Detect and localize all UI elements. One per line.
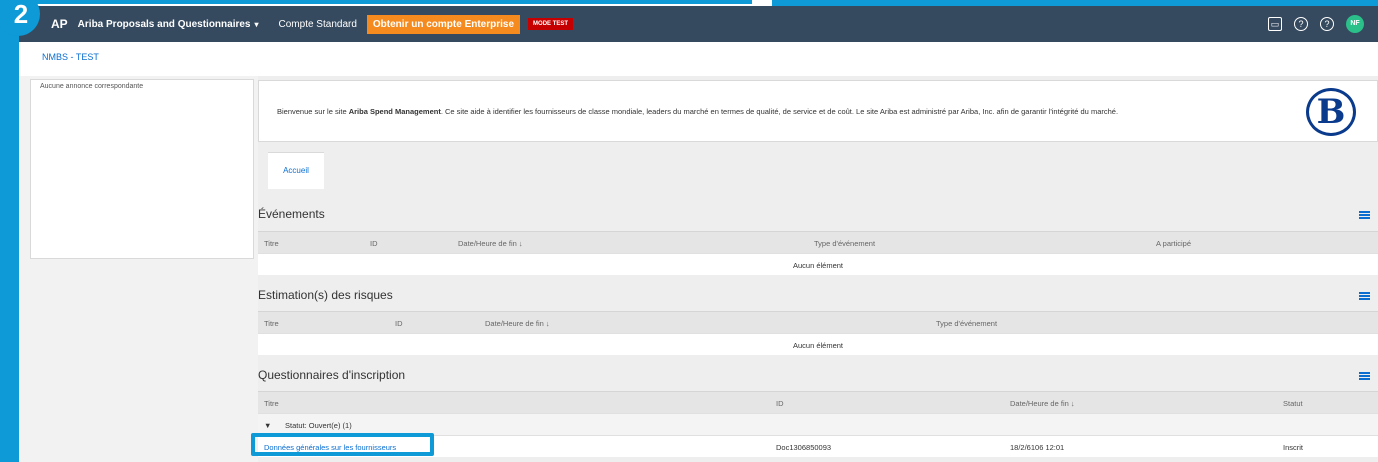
tab-accueil[interactable]: Accueil [268, 152, 324, 189]
col-id[interactable]: ID [776, 399, 784, 408]
col-id[interactable]: ID [370, 239, 378, 248]
account-type: Compte Standard [278, 18, 357, 30]
collapse-triangle-icon[interactable]: ▼ [264, 421, 271, 430]
events-empty-row: Aucun élément [258, 253, 1378, 275]
questionnaires-title: Questionnaires d'inscription [258, 368, 406, 382]
empty-text: Aucun élément [792, 341, 844, 350]
company-logo: B [1306, 88, 1356, 136]
empty-text: Aucun élément [792, 261, 844, 270]
col-participated[interactable]: A participé [1156, 239, 1191, 248]
col-title[interactable]: Titre [264, 319, 279, 328]
col-status[interactable]: Statut [1283, 399, 1303, 408]
group-label: Statut: Ouvert(e) (1) [285, 421, 352, 430]
col-title[interactable]: Titre [264, 239, 279, 248]
app-menu[interactable]: Ariba Proposals and Questionnaires ▾ [78, 19, 259, 30]
welcome-banner: Bienvenue sur le site Ariba Spend Manage… [258, 80, 1378, 142]
enterprise-account-button[interactable]: Obtenir un compte Enterprise [366, 14, 521, 34]
notifications-icon[interactable]: ▭ [1268, 17, 1282, 31]
col-end-date[interactable]: Date/Heure de fin ↓ [1010, 399, 1075, 408]
announcement-box: Aucune annonce correspondante [30, 79, 254, 259]
welcome-site-name: Ariba Spend Management [348, 106, 441, 116]
tutorial-frame-top-right [772, 0, 1378, 6]
tutorial-frame-top [0, 0, 752, 4]
questionnaires-table-header: Titre ID Date/Heure de fin ↓ Statut [258, 391, 1378, 413]
mode-test-badge: MODE TEST [528, 18, 574, 30]
col-event-type[interactable]: Type d'événement [814, 239, 875, 248]
col-end-date[interactable]: Date/Heure de fin ↓ [485, 319, 550, 328]
welcome-text: . Ce site aide à identifier les fourniss… [440, 106, 1119, 116]
col-event-type[interactable]: Type d'événement [936, 319, 997, 328]
col-end-date[interactable]: Date/Heure de fin ↓ [458, 239, 523, 248]
tutorial-highlight [251, 433, 434, 456]
announcement-empty-text: Aucune annonce correspondante [40, 83, 144, 90]
events-table-header: Titre ID Date/Heure de fin ↓ Type d'évén… [258, 231, 1378, 253]
sap-logo[interactable]: AP [51, 17, 68, 31]
status-group-row[interactable]: ▼ Statut: Ouvert(e) (1) [258, 413, 1378, 435]
app-name: Ariba Proposals and Questionnaires [77, 18, 251, 30]
user-avatar[interactable]: NF [1346, 15, 1364, 33]
row-status: Inscrit [1283, 443, 1304, 452]
col-title[interactable]: Titre [264, 399, 279, 408]
top-bar: AP Ariba Proposals and Questionnaires ▾ C… [19, 6, 1378, 42]
row-id: Doc1306850093 [776, 443, 832, 452]
breadcrumb[interactable]: NMBS - TEST [42, 52, 99, 62]
risks-title: Estimation(s) des risques [258, 288, 393, 302]
table-options-icon[interactable] [1359, 211, 1370, 219]
help-icon[interactable]: ? [1294, 17, 1308, 31]
events-title: Événements [258, 207, 325, 221]
risks-table-header: Titre ID Date/Heure de fin ↓ Type d'évén… [258, 311, 1378, 333]
tutorial-frame-left [0, 0, 19, 462]
row-end-date: 18/2/6106 12:01 [1010, 443, 1065, 452]
table-options-icon[interactable] [1359, 292, 1370, 300]
caret-down-icon: ▾ [254, 19, 259, 29]
risks-empty-row: Aucun élément [258, 333, 1378, 355]
welcome-prefix: Bienvenue sur le site [277, 106, 347, 116]
help-icon-2[interactable]: ? [1320, 17, 1334, 31]
col-id[interactable]: ID [395, 319, 403, 328]
table-options-icon[interactable] [1359, 372, 1370, 380]
